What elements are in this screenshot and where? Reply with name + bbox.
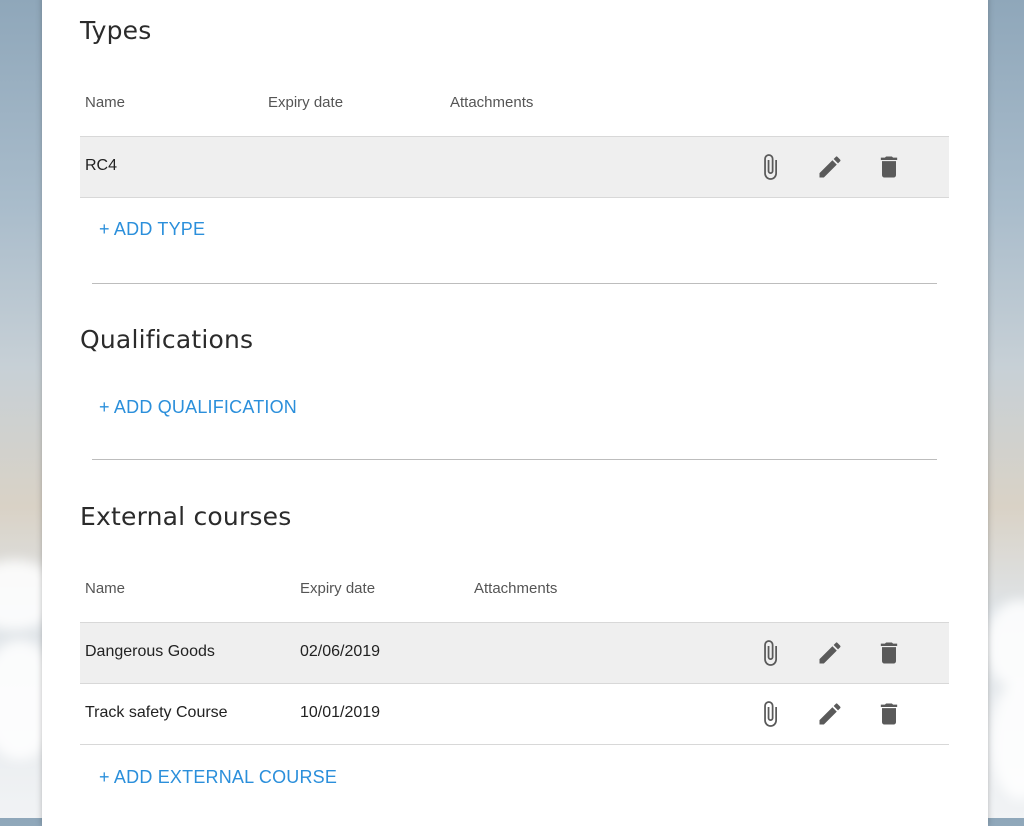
- add-type-button[interactable]: + ADD TYPE: [99, 219, 205, 240]
- column-header-expiry: Expiry date: [300, 580, 376, 597]
- external-courses-table-header: Name Expiry date Attachments: [80, 580, 949, 600]
- pencil-icon[interactable]: [816, 153, 844, 181]
- column-header-name: Name: [85, 94, 126, 111]
- column-header-attachments: Attachments: [450, 94, 534, 111]
- table-row[interactable]: Track safety Course 10/01/2019: [80, 684, 949, 745]
- table-row[interactable]: Dangerous Goods 02/06/2019: [80, 622, 949, 684]
- column-header-attachments: Attachments: [474, 580, 558, 597]
- paperclip-icon[interactable]: [756, 153, 784, 181]
- course-expiry: 10/01/2019: [300, 704, 381, 721]
- course-name: Dangerous Goods: [85, 643, 215, 660]
- pencil-icon[interactable]: [816, 700, 844, 728]
- background-cloud: [990, 680, 1024, 800]
- trash-icon[interactable]: [875, 153, 903, 181]
- qualifications-section-title: Qualifications: [80, 325, 254, 354]
- add-qualification-button[interactable]: + ADD QUALIFICATION: [99, 397, 297, 418]
- pencil-icon[interactable]: [816, 639, 844, 667]
- section-divider: [92, 459, 937, 460]
- trash-icon[interactable]: [875, 700, 903, 728]
- course-name: Track safety Course: [85, 704, 228, 721]
- types-section-title: Types: [80, 16, 152, 45]
- background-cloud: [985, 600, 1024, 690]
- section-divider: [92, 283, 937, 284]
- type-name: RC4: [85, 157, 118, 174]
- types-table-header: Name Expiry date Attachments: [80, 94, 949, 114]
- table-row[interactable]: RC4: [80, 136, 949, 198]
- add-external-course-button[interactable]: + ADD EXTERNAL COURSE: [99, 767, 337, 788]
- course-expiry: 02/06/2019: [300, 643, 381, 660]
- trash-icon[interactable]: [875, 639, 903, 667]
- profile-card: Types Name Expiry date Attachments RC4 +…: [42, 0, 988, 826]
- column-header-expiry: Expiry date: [268, 94, 344, 111]
- paperclip-icon[interactable]: [756, 700, 784, 728]
- column-header-name: Name: [85, 580, 126, 597]
- external-courses-section-title: External courses: [80, 502, 292, 531]
- paperclip-icon[interactable]: [756, 639, 784, 667]
